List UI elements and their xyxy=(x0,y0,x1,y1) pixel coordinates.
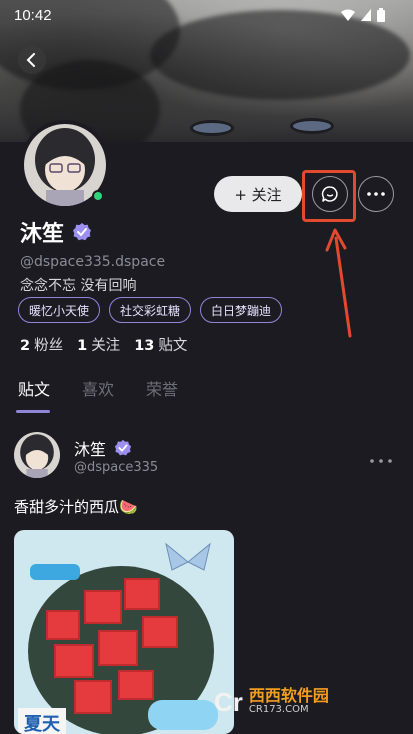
image-butterfly xyxy=(165,542,211,571)
watermark-main: 西西软件园 xyxy=(248,686,329,706)
profile-tag[interactable]: 社交彩虹糖 xyxy=(109,297,192,323)
verified-badge-icon xyxy=(114,439,132,456)
profile-tags: 暖忆小天使 社交彩虹糖 白日梦蹦迪 xyxy=(18,297,283,323)
image-watermelon-piece xyxy=(98,630,138,666)
battery-icon xyxy=(377,8,385,22)
stat-count: 13 xyxy=(134,338,155,354)
followers-stat[interactable]: 2 粉丝 xyxy=(20,334,63,355)
site-watermark: Cr 西西软件园 CR173.COM xyxy=(214,682,400,722)
post-author-row: 沐笙 xyxy=(74,436,132,460)
image-watermelon-piece xyxy=(118,670,154,700)
active-tab-indicator xyxy=(16,410,50,413)
image-watermelon-piece xyxy=(54,644,94,678)
image-pixel-cloud xyxy=(30,564,80,580)
more-dots-icon xyxy=(370,459,392,463)
more-options-button[interactable] xyxy=(358,176,394,212)
stat-label: 粉丝 xyxy=(34,338,64,354)
stat-count: 2 xyxy=(20,338,31,354)
banner-eye xyxy=(290,118,334,134)
message-button[interactable] xyxy=(312,176,348,212)
image-watermelon-piece xyxy=(84,590,122,624)
avatar-illustration xyxy=(14,432,60,478)
post-image[interactable]: 夏天 xyxy=(14,530,234,734)
image-watermelon-piece xyxy=(142,616,178,648)
image-watermelon-piece xyxy=(74,680,112,714)
watermark-sub: CR173.COM xyxy=(248,704,309,716)
more-dots-icon xyxy=(367,192,385,196)
profile-tag[interactable]: 白日梦蹦迪 xyxy=(200,297,283,323)
back-button[interactable] xyxy=(18,46,46,74)
watermark-logo: Cr xyxy=(214,686,243,717)
profile-stats: 2 粉丝 1 关注 13 贴文 xyxy=(20,334,187,355)
chat-bubble-icon xyxy=(321,186,338,202)
profile-name: 沐笙 xyxy=(20,222,65,247)
post-author-name[interactable]: 沐笙 xyxy=(74,436,106,460)
status-icons xyxy=(341,8,385,22)
online-status-dot xyxy=(92,190,104,202)
post-author-avatar[interactable] xyxy=(14,432,60,478)
wifi-icon xyxy=(361,9,371,21)
verified-badge-icon xyxy=(73,223,92,241)
tab-posts[interactable]: 贴文 xyxy=(18,376,50,400)
profile-name-row: 沐笙 xyxy=(20,216,92,248)
image-pixel-cloud xyxy=(148,700,218,730)
tab-likes[interactable]: 喜欢 xyxy=(82,376,114,400)
stat-count: 1 xyxy=(77,338,88,354)
image-watermelon-piece xyxy=(46,610,80,640)
status-time: 10:42 xyxy=(14,6,52,24)
posts-stat[interactable]: 13 贴文 xyxy=(134,334,187,355)
post-text: 香甜多汁的西瓜🍉 xyxy=(14,498,138,516)
profile-bio: 念念不忘 没有回响 xyxy=(20,278,137,294)
status-bar: 10:42 xyxy=(0,0,413,30)
image-caption: 夏天 xyxy=(18,708,66,734)
signal-icon xyxy=(341,9,355,21)
following-stat[interactable]: 1 关注 xyxy=(77,334,120,355)
banner-eye xyxy=(190,120,234,136)
follow-button[interactable]: + 关注 xyxy=(214,176,302,212)
profile-tabs: 贴文 喜欢 荣誉 xyxy=(18,376,178,400)
tab-honors[interactable]: 荣誉 xyxy=(146,376,178,400)
watermark-text: 西西软件园 CR173.COM xyxy=(249,688,329,715)
stat-label: 贴文 xyxy=(158,338,188,354)
stat-label: 关注 xyxy=(91,338,121,354)
profile-handle: @dspace335.dspace xyxy=(20,254,166,270)
post-more-button[interactable] xyxy=(370,448,392,467)
chevron-left-icon xyxy=(26,53,35,67)
post-author-handle: @dspace335 xyxy=(74,460,159,475)
profile-tag[interactable]: 暖忆小天使 xyxy=(18,297,101,323)
image-watermelon-piece xyxy=(124,578,160,610)
